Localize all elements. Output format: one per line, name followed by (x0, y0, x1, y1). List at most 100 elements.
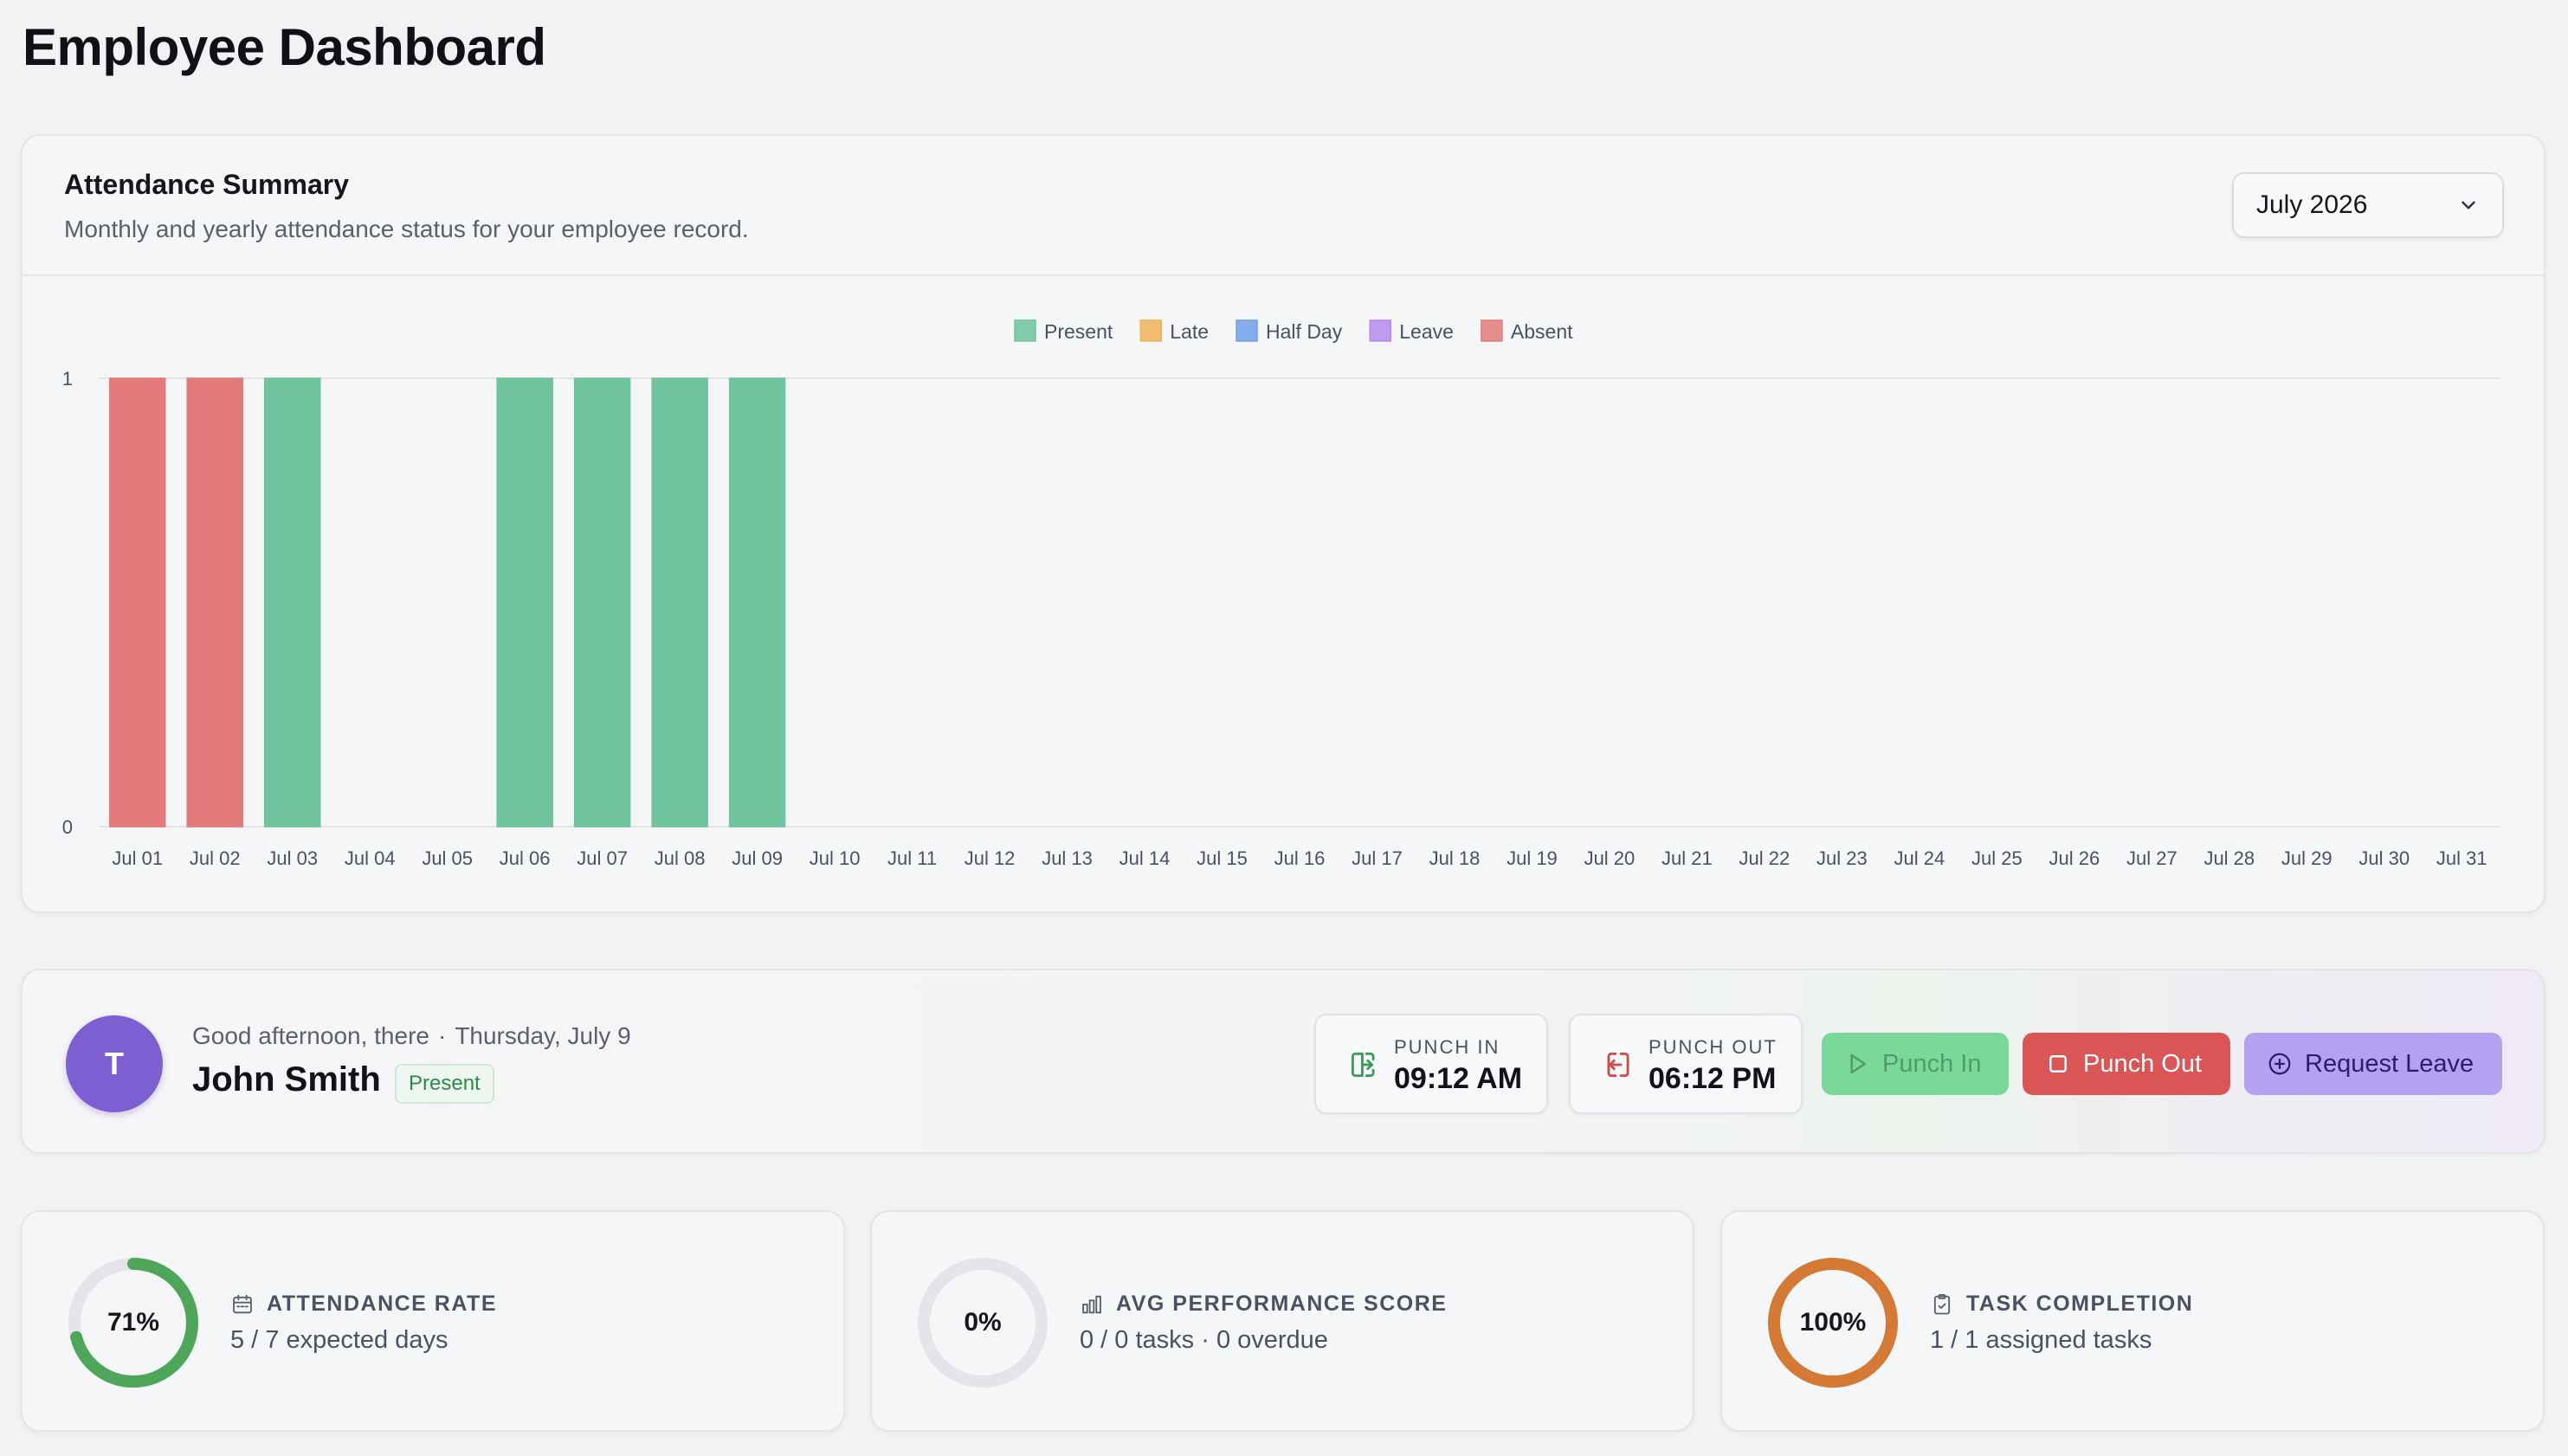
attendance-rate-label: ATTENDANCE RATE (267, 1292, 498, 1316)
attendance-summary-card: Attendance Summary Monthly and yearly at… (21, 134, 2545, 913)
attendance-rate-label-row: ATTENDANCE RATE (230, 1292, 497, 1317)
x-tick-label: Jul 23 (1816, 847, 1868, 869)
x-tick-label: Jul 11 (887, 847, 937, 869)
request-leave-button[interactable]: Request Leave (2244, 1033, 2502, 1095)
chevron-down-icon (2462, 201, 2475, 209)
punch-out-button-label: Punch Out (2083, 1049, 2203, 1078)
x-tick-label: Jul 08 (655, 847, 706, 869)
task-completion-value: 100% (1799, 1308, 1867, 1337)
greeting-line: Good afternoon, there · Thursday, July 9 (192, 1022, 631, 1050)
attendance-chart: Present Late Half Day Leave Absent 0 1 Jul 01 Ju… (23, 278, 2544, 913)
bar-jul-07-present[interactable] (573, 377, 631, 828)
avatar: T (66, 1015, 163, 1112)
x-tick-label: Jul 16 (1274, 847, 1326, 869)
legend-swatch (1139, 319, 1163, 342)
legend-swatch (1236, 319, 1258, 342)
punch-in-time: 09:12 AM (1394, 1062, 1523, 1095)
x-tick-label: Jul 29 (2281, 847, 2332, 869)
x-tick-label: Jul 04 (345, 847, 396, 869)
x-tick-label: Jul 02 (190, 847, 241, 869)
y-tick-label: 1 (62, 368, 73, 390)
play-icon (1850, 1053, 1866, 1074)
legend-label: Late (1170, 320, 1209, 343)
bar-chart-icon (1082, 1295, 1101, 1313)
punch-card: T Good afternoon, there · Thursday, July 9… (21, 969, 2545, 1154)
attendance-rate-card: 71% ATTENDANCE RATE 5 / 7 expected days (21, 1210, 845, 1432)
x-tick-label: Jul 10 (810, 847, 861, 869)
request-leave-button-label: Request Leave (2305, 1049, 2474, 1078)
x-tick-label: Jul 19 (1507, 847, 1558, 869)
y-tick-label: 0 (62, 816, 73, 838)
clipboard-check-icon (1933, 1293, 1951, 1314)
x-tick-label: Jul 20 (1584, 847, 1636, 869)
x-tick-label: Jul 05 (422, 847, 473, 869)
punch-in-label: PUNCH IN (1394, 1036, 1500, 1058)
legend-label: Absent (1511, 320, 1573, 343)
x-tick-label: Jul 18 (1429, 847, 1481, 869)
x-tick-label: Jul 12 (965, 847, 1016, 869)
x-tick-label: Jul 01 (112, 847, 163, 869)
greeting-date: Thursday, July 9 (455, 1022, 631, 1049)
attendance-rate-detail: 5 / 7 expected days (230, 1326, 448, 1354)
legend-item-leave: Leave (1369, 319, 1454, 343)
x-tick-label: Jul 13 (1042, 847, 1093, 869)
x-tick-label: Jul 26 (2049, 847, 2100, 869)
employee-name: John Smith (192, 1060, 381, 1098)
performance-score-card: 0% AVG PERFORMANCE SCORE 0 / 0 tasks · 0… (870, 1210, 1694, 1432)
x-tick-label: Jul 06 (500, 847, 551, 869)
x-tick-label: Jul 30 (2358, 847, 2410, 869)
x-tick-label: Jul 09 (732, 847, 783, 869)
legend-swatch (1481, 319, 1503, 342)
punch-out-button[interactable]: Punch Out (2023, 1033, 2230, 1095)
legend-label: Present (1044, 320, 1113, 343)
task-completion-label: TASK COMPLETION (1966, 1292, 2194, 1316)
login-icon (1351, 1052, 1375, 1078)
x-tick-label: Jul 22 (1739, 847, 1791, 869)
legend-item-late: Late (1139, 319, 1209, 343)
x-tick-label: Jul 24 (1894, 847, 1945, 869)
logout-icon (1607, 1052, 1629, 1078)
legend-swatch (1014, 319, 1036, 342)
bar-jul-01-absent[interactable] (108, 377, 166, 828)
x-tick-label: Jul 14 (1119, 847, 1171, 869)
legend-item-half-day: Half Day (1236, 319, 1343, 343)
page-title: Employee Dashboard (23, 18, 546, 76)
punch-out-time: 06:12 PM (1649, 1062, 1777, 1095)
legend-label: Half Day (1266, 320, 1343, 343)
month-select[interactable]: July 2026 (2232, 172, 2504, 238)
bar-jul-06-present[interactable] (496, 377, 553, 828)
performance-score-detail: 0 / 0 tasks · 0 overdue (1080, 1326, 1328, 1354)
plus-circle-icon (2268, 1053, 2291, 1075)
task-completion-label-row: TASK COMPLETION (1930, 1292, 2193, 1317)
bar-jul-02-absent[interactable] (186, 377, 243, 828)
greeting-text: Good afternoon, there (192, 1022, 429, 1049)
x-tick-label: Jul 28 (2203, 847, 2255, 869)
legend-item-present: Present (1014, 319, 1113, 343)
x-tick-label: Jul 17 (1352, 847, 1403, 869)
legend-swatch (1369, 319, 1391, 342)
attendance-title: Attendance Summary (64, 169, 349, 200)
legend-item-absent: Absent (1481, 319, 1573, 343)
punch-out-time-box: PUNCH OUT 06:12 PM (1569, 1014, 1803, 1114)
attendance-bar-chart: Present Late Half Day Leave Absent 0 1 Jul 01 Ju… (62, 319, 2500, 869)
performance-score-label: AVG PERFORMANCE SCORE (1116, 1292, 1448, 1316)
calendar-icon (233, 1294, 252, 1313)
bar-jul-08-present[interactable] (651, 377, 708, 828)
attendance-card-header: Attendance Summary Monthly and yearly at… (23, 136, 2544, 276)
status-badge: Present (395, 1064, 494, 1104)
performance-score-value: 0% (964, 1308, 1002, 1337)
bar-jul-03-present[interactable] (263, 377, 321, 828)
punch-in-button[interactable]: Punch In (1822, 1033, 2009, 1095)
bar-jul-09-present[interactable] (728, 377, 786, 828)
x-tick-label: Jul 15 (1197, 847, 1248, 869)
greeting-separator: · (437, 1022, 447, 1049)
x-tick-label: Jul 03 (267, 847, 318, 869)
performance-score-label-row: AVG PERFORMANCE SCORE (1080, 1292, 1447, 1317)
x-tick-label: Jul 07 (577, 847, 628, 869)
dashboard-page: Employee Dashboard Attendance Summary Mo… (0, 0, 2568, 1456)
x-tick-label: Jul 27 (2126, 847, 2178, 869)
task-completion-detail: 1 / 1 assigned tasks (1930, 1326, 2152, 1354)
punch-in-time-box: PUNCH IN 09:12 AM (1314, 1014, 1548, 1114)
month-select-value: July 2026 (2256, 190, 2368, 219)
legend-label: Leave (1399, 320, 1454, 343)
